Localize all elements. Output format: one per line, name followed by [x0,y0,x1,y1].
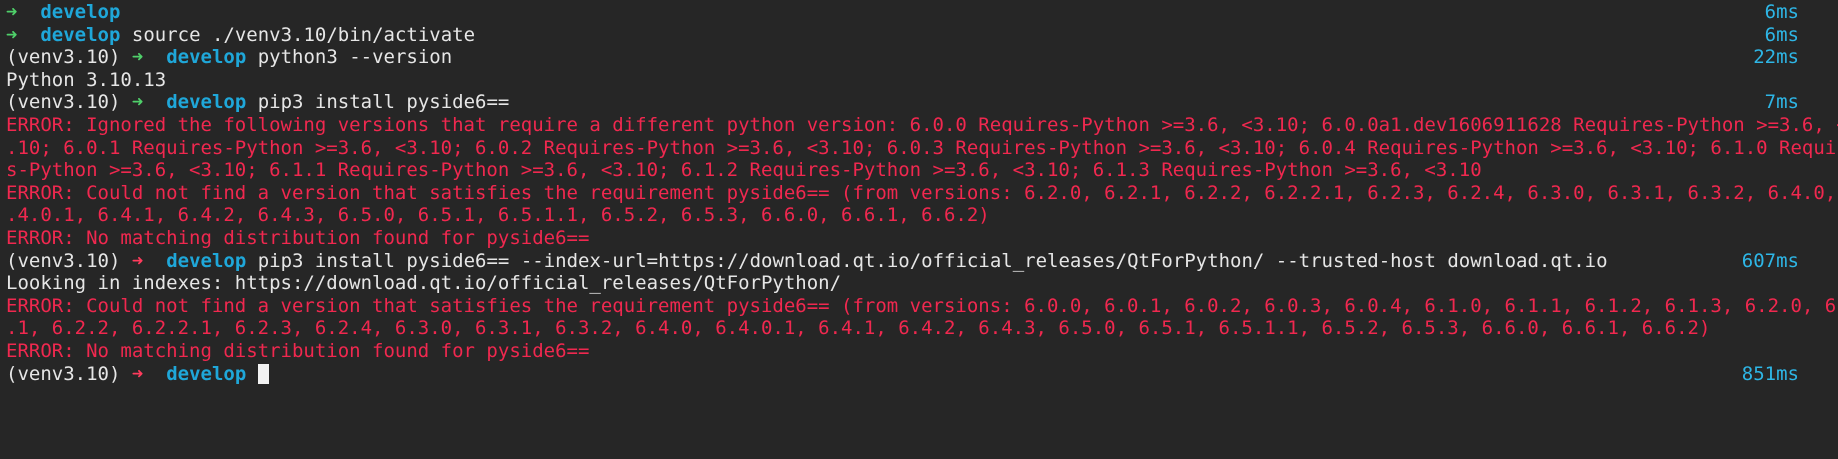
error-line: .4.0.1, 6.4.1, 6.4.2, 6.4.3, 6.5.0, 6.5.… [6,204,990,227]
output-line: Python 3.10.13 [6,68,167,91]
output-line: Looking in indexes: https://download.qt.… [6,272,842,295]
command-text: pip3 install pyside6== --index-url=https… [257,249,1608,272]
command-text: source ./venv3.10/bin/activate [131,23,476,46]
venv-indicator: (venv3.10) [6,91,121,114]
prompt-line: ➜ develop source ./venv3.10/bin/activate… [6,24,1832,47]
venv-indicator: (venv3.10) [6,46,121,69]
error-line: ERROR: Could not find a version that sat… [6,181,1838,204]
git-branch: develop [166,46,247,69]
prompt-arrow-icon: ➜ [131,249,144,272]
text-cursor[interactable] [257,363,269,384]
command-text: pip3 install pyside6== [257,91,510,114]
terminal-window[interactable]: ➜ develop 6ms ➜ develop source ./venv3.1… [0,0,1838,459]
current-prompt-line[interactable]: (venv3.10) ➜ develop 851ms [6,363,1832,386]
venv-indicator: (venv3.10) [6,249,121,272]
error-line: .1, 6.2.2, 6.2.2.1, 6.2.3, 6.2.4, 6.3.0,… [6,317,1711,340]
command-timing: 22ms [1753,46,1799,69]
prompt-arrow-icon: ➜ [131,91,144,114]
prompt-arrow-icon: ➜ [131,362,144,385]
error-line: ERROR: Ignored the following versions th… [6,113,1838,136]
prompt-line: (venv3.10) ➜ develop pip3 install pyside… [6,91,1832,114]
git-branch: develop [166,249,247,272]
git-branch: develop [166,91,247,114]
git-branch: develop [166,362,247,385]
prompt-line: (venv3.10) ➜ develop pip3 install pyside… [6,250,1832,273]
command-timing: 6ms [1764,1,1799,23]
git-branch: develop [40,23,121,46]
error-line: ERROR: Could not find a version that sat… [6,294,1838,317]
command-timing: 7ms [1764,91,1799,114]
error-line: .10; 6.0.1 Requires-Python >=3.6, <3.10;… [6,136,1838,159]
prompt-line: ➜ develop 6ms [6,1,1832,24]
prompt-line: (venv3.10) ➜ develop python3 --version 22… [6,46,1832,69]
git-branch: develop [40,1,121,23]
prompt-arrow-icon: ➜ [6,1,18,23]
command-timing: 607ms [1741,249,1799,272]
prompt-arrow-icon: ➜ [6,23,18,46]
error-line: ERROR: No matching distribution found fo… [6,339,590,362]
error-line: ERROR: No matching distribution found fo… [6,226,590,249]
venv-indicator: (venv3.10) [6,362,121,385]
prompt-arrow-icon: ➜ [131,46,144,69]
error-line: s-Python >=3.6, <3.10; 6.1.1 Requires-Py… [6,159,1482,182]
command-timing: 6ms [1764,23,1799,46]
command-timing: 851ms [1741,362,1799,385]
command-text: python3 --version [257,46,453,69]
